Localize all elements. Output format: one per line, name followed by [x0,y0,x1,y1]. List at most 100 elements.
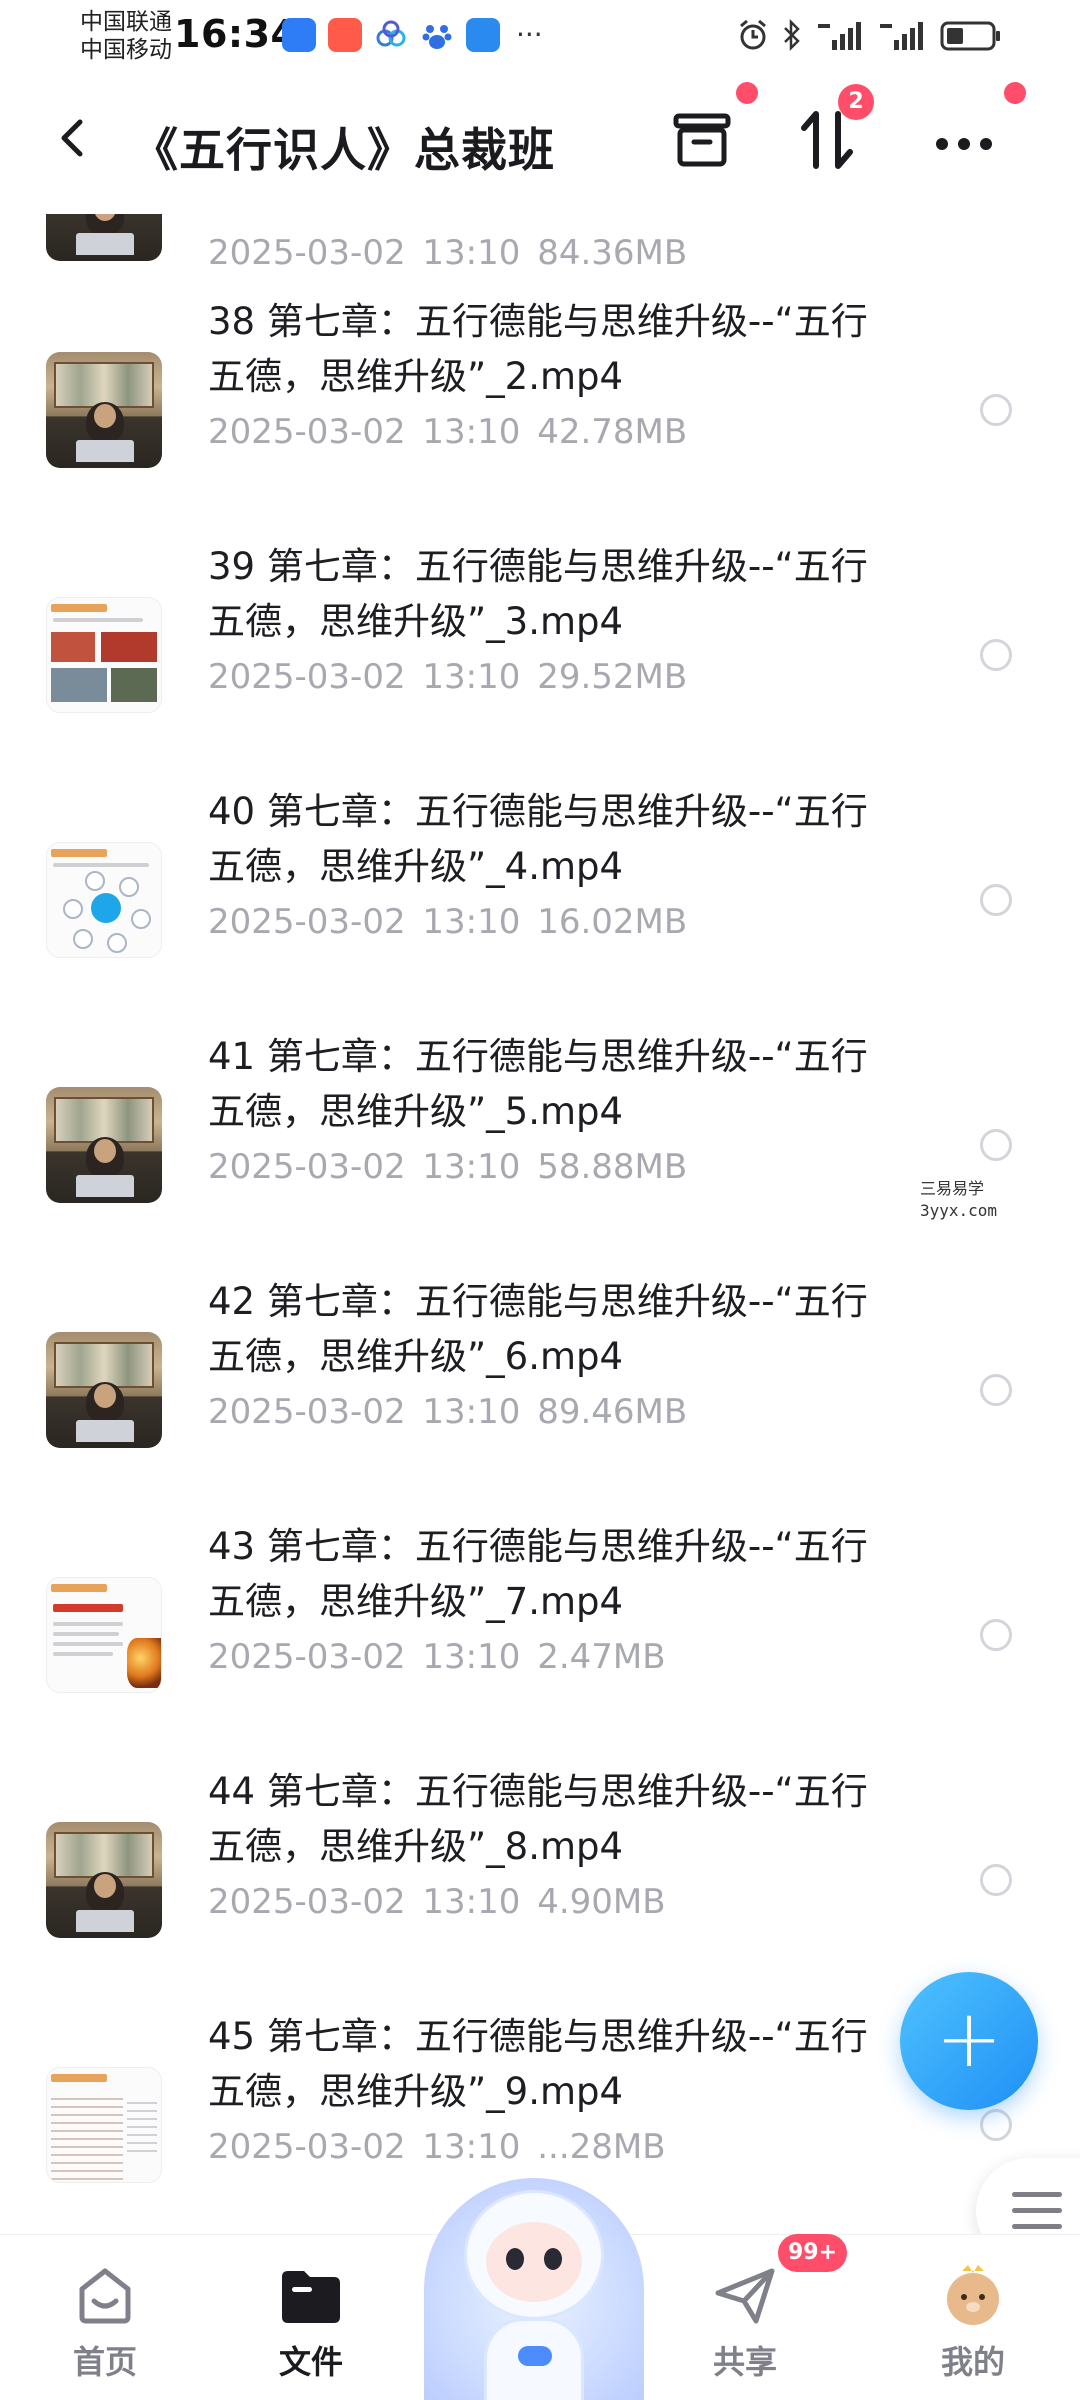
thumbnail-face [94,1384,116,1408]
transfer-count-badge: 2 [838,84,874,120]
slide-header-bar [51,2074,107,2082]
paw-notification-icon [422,25,452,49]
file-row[interactable]: 44 第七章：五行德能与思维升级--“五行五德，思维升级”_8.mp4 2025… [0,1754,1080,1999]
file-time: 13:10 [422,1392,521,1432]
plus-icon: + [935,1992,1003,2085]
file-name: 40 第七章：五行德能与思维升级--“五行五德，思维升级”_4.mp4 [208,790,868,888]
file-size: 84.36MB [537,233,688,273]
status-bar: 中国联通 中国移动 16:34 ··· [0,0,1080,78]
avatar-icon [947,2265,999,2325]
file-row[interactable]: 2025-03-02 13:10 84.36MB [0,214,1080,284]
file-date: 2025-03-02 [208,902,406,942]
page-title: 《五行识人》总裁班 [132,123,555,177]
file-thumbnail [46,352,162,468]
file-meta: 2025-03-02 13:10 58.88MB [208,1147,687,1187]
watermark: 三易易学 3yyx.com [920,1178,997,1222]
notification-icons: ··· [282,18,543,52]
file-time: 13:10 [422,2127,521,2167]
select-radio[interactable] [980,1864,1012,1896]
mascot-face [486,2222,582,2302]
file-row[interactable]: 40 第七章：五行德能与思维升级--“五行五德，思维升级”_4.mp4 2025… [0,774,1080,1019]
tab-files[interactable]: 文件 [236,2235,386,2400]
thumbnail-laptop [76,1910,134,1932]
file-row[interactable]: 42 第七章：五行德能与思维升级--“五行五德，思维升级”_6.mp4 2025… [0,1264,1080,1509]
shop-notification-icon [328,18,362,52]
alarm-icon [740,19,766,50]
select-radio[interactable] [980,394,1012,426]
cloud-notification-icon [376,20,406,47]
slide-text-line [53,1642,123,1646]
file-meta: 2025-03-02 13:10 84.36MB [208,233,687,273]
file-meta: 2025-03-02 13:10 42.78MB [208,412,687,452]
share-count-badge: 99+ [778,2234,848,2272]
home-icon [79,2268,131,2324]
select-radio[interactable] [980,1129,1012,1161]
slide-table [127,2096,157,2156]
slide-photo [111,668,157,702]
carrier-2: 中国移动 [80,37,172,63]
thumbnail-laptop [76,233,134,255]
file-meta: 2025-03-02 13:10 4.90MB [208,1882,666,1922]
watermark-line-2: 3yyx.com [920,1201,998,1220]
tab-mine[interactable]: 我的 [898,2235,1048,2400]
slide-sun-image [127,1638,161,1688]
select-radio[interactable] [980,1619,1012,1651]
select-radio[interactable] [980,639,1012,671]
slide-text-line [53,863,149,867]
slide-photo [51,668,107,702]
file-date: 2025-03-02 [208,233,406,273]
file-thumbnail [46,2067,162,2183]
file-thumbnail [46,1332,162,1448]
file-meta: 2025-03-02 13:10 ...28MB [208,2127,666,2167]
file-date: 2025-03-02 [208,1392,406,1432]
tab-home[interactable]: 首页 [30,2235,180,2400]
menu-line [1012,2224,1062,2229]
diagram-node [85,871,105,891]
screen: 中国联通 中国移动 16:34 ··· 《五行识人》总裁班 2 2025-03-… [0,0,1080,2400]
more-options-button[interactable] [928,104,1000,176]
thumbnail-laptop [76,1175,134,1197]
file-thumbnail [46,1822,162,1938]
file-row[interactable]: 38 第七章：五行德能与思维升级--“五行五德，思维升级”_2.mp4 2025… [0,284,1080,529]
thumbnail-laptop [76,440,134,462]
slide-table [51,2092,123,2180]
archive-red-dot [736,82,758,104]
select-radio[interactable] [980,2109,1012,2141]
file-meta: 2025-03-02 13:10 16.02MB [208,902,687,942]
file-row[interactable]: 43 第七章：五行德能与思维升级--“五行五德，思维升级”_7.mp4 2025… [0,1509,1080,1754]
diagram-center-node [91,893,121,923]
signal-4g-icon-2 [880,22,923,50]
file-meta: 2025-03-02 13:10 29.52MB [208,657,687,697]
file-time: 13:10 [422,902,521,942]
file-name: 45 第七章：五行德能与思维升级--“五行五德，思维升级”_9.mp4 [208,2015,868,2113]
diagram-node [107,933,127,953]
file-size: 89.46MB [537,1392,688,1432]
bluetooth-icon [784,18,800,52]
back-button[interactable] [48,108,96,168]
watermark-line-1: 三易易学 [920,1179,985,1198]
diagram-node [131,909,151,929]
archive-button[interactable] [666,104,738,176]
select-radio[interactable] [980,1374,1012,1406]
file-name: 39 第七章：五行德能与思维升级--“五行五德，思维升级”_3.mp4 [208,545,868,643]
add-fab-button[interactable]: + [900,1972,1038,2110]
file-thumbnail [46,1577,162,1693]
system-icons [738,18,1002,52]
ai-assistant-mascot-button[interactable] [424,2178,644,2400]
file-size: 2.47MB [537,1637,666,1677]
slide-header-bar [51,604,107,612]
app-header: 《五行识人》总裁班 2 [0,78,1080,214]
slide-header-bar [51,1584,107,1592]
diagram-node [119,877,139,897]
thumbnail-face [94,1874,116,1898]
select-radio[interactable] [980,884,1012,916]
file-name: 41 第七章：五行德能与思维升级--“五行五德，思维升级”_5.mp4 [208,1035,868,1133]
slide-text-line [53,1652,113,1656]
carrier-1: 中国联通 [80,9,172,35]
file-time: 13:10 [422,1147,521,1187]
file-row[interactable]: 39 第七章：五行德能与思维升级--“五行五德，思维升级”_3.mp4 2025… [0,529,1080,774]
file-row[interactable]: 41 第七章：五行德能与思维升级--“五行五德，思维升级”_5.mp4 2025… [0,1019,1080,1264]
diagram-node [73,929,93,949]
slide-photo [51,632,95,662]
slide-photo [101,632,157,662]
